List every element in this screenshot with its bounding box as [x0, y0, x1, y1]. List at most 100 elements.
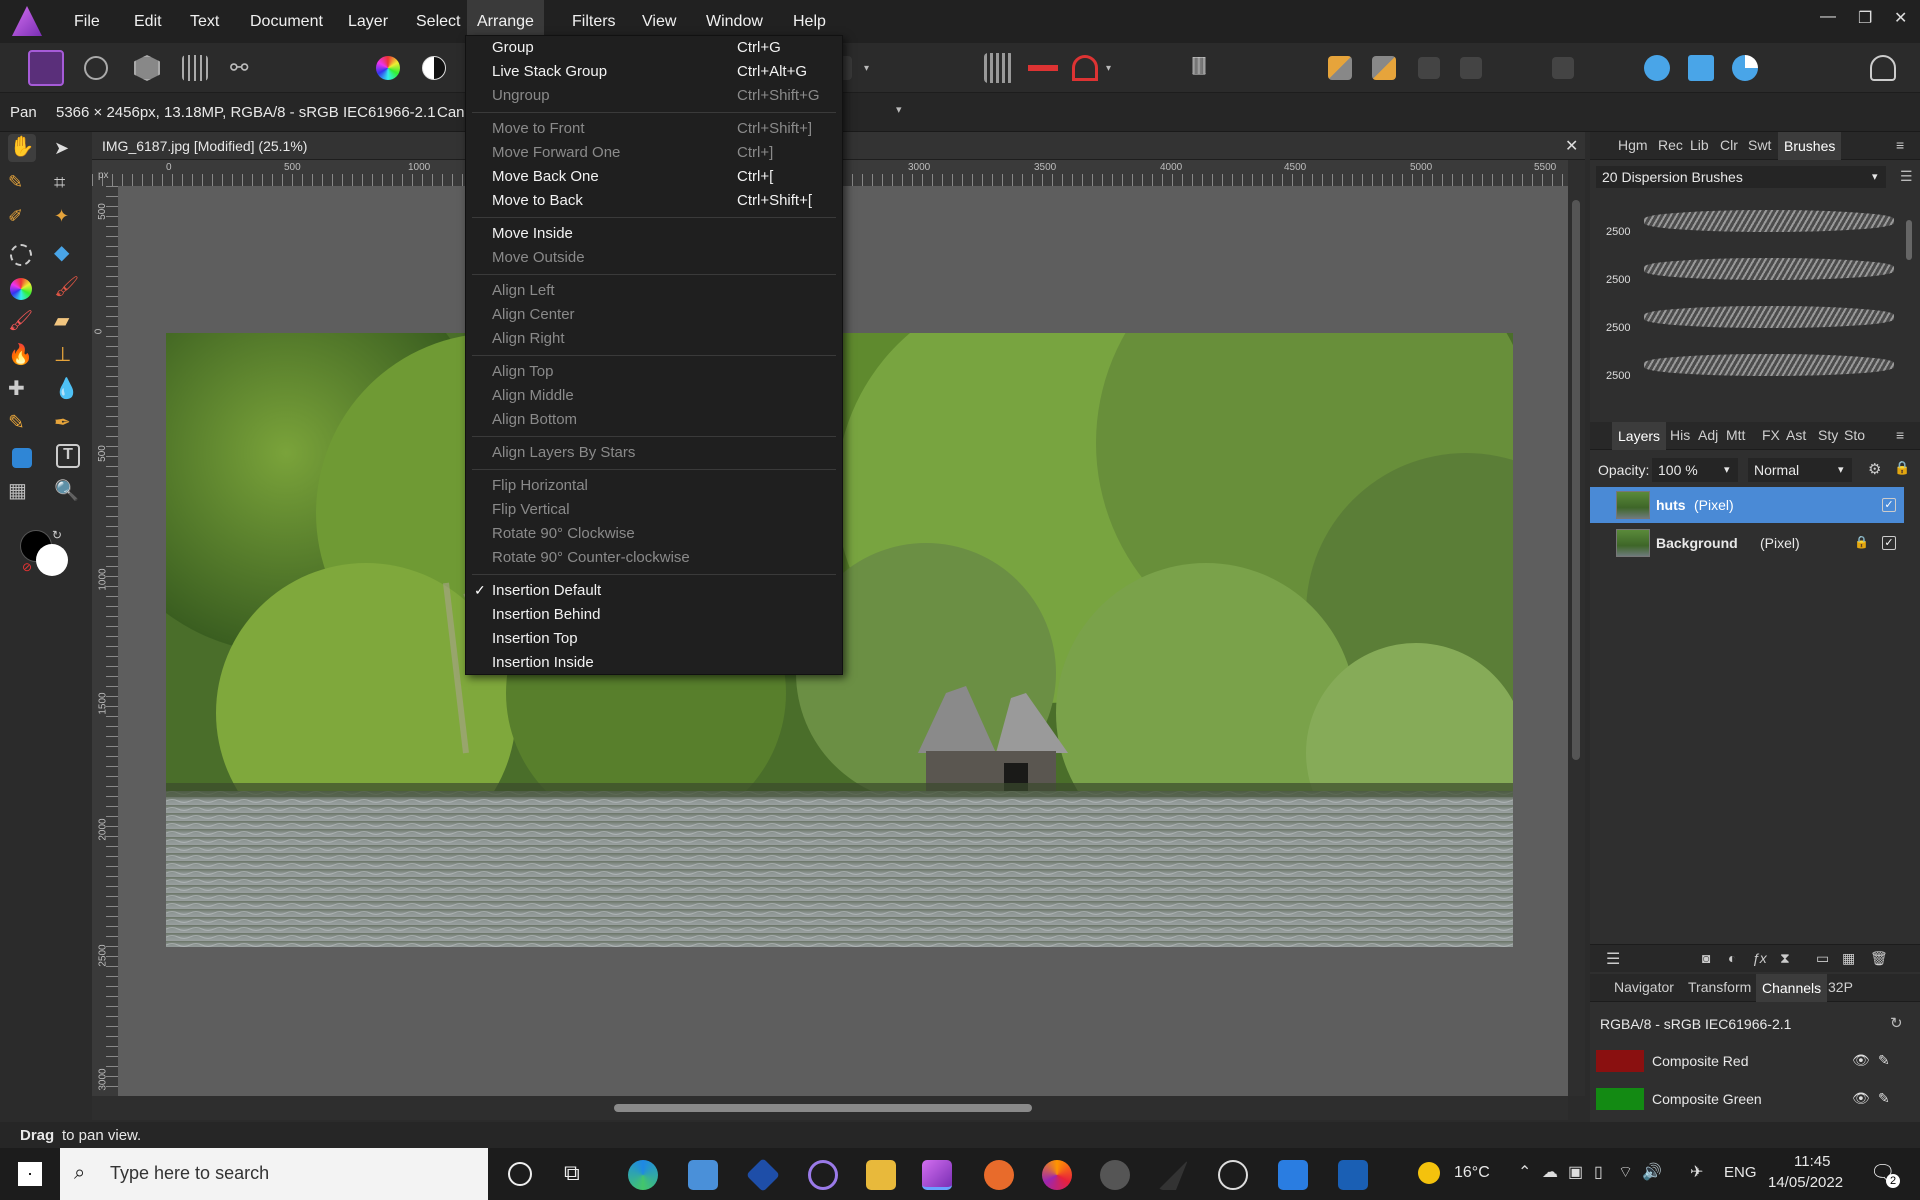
live-filter-icon[interactable]: ⧗	[1780, 950, 1790, 967]
vertical-scroll-thumb[interactable]	[1572, 200, 1580, 760]
boolean-intersect-icon[interactable]	[1732, 55, 1758, 81]
erase-brush-icon[interactable]: ▰	[54, 308, 82, 336]
panel-menu-icon[interactable]: ≡	[1896, 137, 1904, 153]
brush-list-view-icon[interactable]: ☰	[1900, 168, 1913, 185]
mail-icon[interactable]	[1278, 1160, 1308, 1190]
opacity-field[interactable]: 100 % ▾	[1652, 458, 1738, 482]
control-panel-icon[interactable]	[688, 1160, 718, 1190]
selection-brush-icon[interactable]: ✐	[8, 206, 36, 234]
boolean-add-icon[interactable]	[1644, 55, 1670, 81]
close-document-icon[interactable]: ✕	[1565, 136, 1578, 156]
levels-icon[interactable]	[422, 56, 446, 80]
layer-row-huts[interactable]: huts (Pixel) ✓	[1590, 487, 1904, 523]
photo-persona-icon[interactable]	[28, 50, 64, 86]
mask-layer-icon[interactable]: ◙	[1702, 950, 1710, 966]
menu-item-insertion-behind[interactable]: Insertion Behind	[466, 603, 842, 627]
chevron-down-icon[interactable]: ▾	[1106, 63, 1116, 74]
tab-channels[interactable]: Channels	[1756, 974, 1828, 1002]
channel-row-red[interactable]: Composite Red 👁 ✎	[1590, 1046, 1906, 1078]
menu-item-insertion-top[interactable]: Insertion Top	[466, 627, 842, 651]
volume-icon[interactable]: 🔊	[1642, 1162, 1662, 1182]
liquify-persona-icon[interactable]	[84, 56, 108, 80]
tab-navigator[interactable]: Navigator	[1614, 979, 1674, 995]
edge-browser-icon[interactable]	[628, 1160, 658, 1190]
menu-select[interactable]: Select	[406, 0, 470, 43]
gear-icon[interactable]: ⚙	[1868, 460, 1881, 478]
text-tool-icon[interactable]: T	[56, 444, 80, 468]
app-pen-icon[interactable]	[1158, 1160, 1188, 1190]
tab-history[interactable]: His	[1670, 427, 1690, 443]
reset-channels-icon[interactable]: ↻	[1890, 1014, 1903, 1032]
brush-item[interactable]: 2500	[1598, 348, 1898, 388]
group-folder-icon[interactable]: ▭	[1816, 950, 1829, 967]
menu-item-move-back-one[interactable]: Move Back One Ctrl+[	[466, 165, 842, 189]
export-persona-icon[interactable]: ⚯	[230, 55, 256, 81]
cortana-icon[interactable]	[508, 1162, 532, 1186]
language-indicator[interactable]: ENG	[1724, 1164, 1757, 1181]
flood-fill-icon[interactable]: ◆	[54, 240, 82, 268]
layer-lock-icon[interactable]: 🔒	[1854, 535, 1869, 549]
layer-row-background[interactable]: Background (Pixel) 🔒 ✓	[1590, 525, 1906, 561]
tab-adjustments[interactable]: Adj	[1698, 427, 1718, 443]
trash-icon[interactable]: 🗑	[1870, 950, 1888, 967]
pencil-icon[interactable]: ✎	[1878, 1052, 1890, 1069]
eye-icon[interactable]: 👁	[1852, 1090, 1870, 1107]
paint-brush-icon[interactable]: 🖌	[54, 274, 82, 302]
clock-date[interactable]: 14/05/2022	[1768, 1174, 1843, 1191]
menu-edit[interactable]: Edit	[124, 0, 172, 43]
app-person-icon[interactable]	[1100, 1160, 1130, 1190]
pencil-icon[interactable]: ✎	[1878, 1090, 1890, 1107]
tone-mapping-persona-icon[interactable]	[182, 55, 208, 81]
tab-swt[interactable]: Swt	[1748, 137, 1771, 153]
windows-start-icon[interactable]	[18, 1162, 42, 1186]
file-explorer-icon[interactable]	[866, 1160, 896, 1190]
vertical-scrollbar[interactable]	[1568, 160, 1585, 1096]
eye-icon[interactable]: 👁	[1852, 1052, 1870, 1069]
tab-layers[interactable]: Layers	[1612, 422, 1667, 450]
brush-item[interactable]: 2500	[1598, 300, 1898, 340]
arrange-back-icon[interactable]	[1328, 56, 1352, 80]
tab-32p[interactable]: 32P	[1828, 979, 1853, 995]
swap-colors-icon[interactable]: ↻	[52, 528, 80, 556]
app-eye-icon[interactable]	[984, 1160, 1014, 1190]
tray-app-icon[interactable]: ▣	[1568, 1162, 1583, 1182]
brush-item[interactable]: 2500	[1598, 252, 1898, 292]
fx-icon[interactable]: ƒx	[1752, 950, 1767, 966]
minimize-icon[interactable]: —	[1820, 8, 1836, 26]
tab-fx[interactable]: FX	[1762, 427, 1780, 443]
hand-pan-icon[interactable]: ✋	[8, 134, 36, 162]
assistant-icon[interactable]: 🀫	[1186, 55, 1212, 81]
blur-brush-icon[interactable]: 💧	[54, 376, 82, 404]
menu-document[interactable]: Document	[240, 0, 333, 43]
boolean-subtract-icon[interactable]	[1688, 55, 1714, 81]
flood-select-icon[interactable]: ✦	[54, 206, 82, 234]
tab-rec[interactable]: Rec	[1658, 137, 1683, 153]
force-pixel-alignment-icon[interactable]	[1028, 53, 1058, 83]
tab-hgm[interactable]: Hgm	[1618, 137, 1648, 153]
horizontal-scrollbar[interactable]	[92, 1096, 1568, 1120]
adjustment-layer-icon[interactable]: ◐	[1728, 950, 1736, 966]
app-cube-icon[interactable]	[746, 1158, 780, 1192]
store-icon[interactable]	[1338, 1160, 1368, 1190]
tab-clr[interactable]: Clr	[1720, 137, 1738, 153]
panel-menu-icon[interactable]: ≡	[1896, 427, 1904, 443]
task-view-icon[interactable]: ⧉	[564, 1160, 594, 1190]
menu-item-move-inside[interactable]: Move Inside	[466, 222, 842, 246]
battery-icon[interactable]: ▯	[1594, 1162, 1603, 1182]
lock-icon[interactable]: 🔒	[1894, 460, 1910, 476]
menu-item-live-stack-group[interactable]: Live Stack Group Ctrl+Alt+G	[466, 60, 842, 84]
menu-text[interactable]: Text	[180, 0, 229, 43]
brush-item[interactable]: 2500	[1598, 204, 1898, 244]
no-color-icon[interactable]: ⊘	[22, 560, 36, 574]
gradient-tool-icon[interactable]	[10, 278, 32, 300]
develop-persona-icon[interactable]	[134, 55, 160, 81]
restore-icon[interactable]: ❐	[1858, 8, 1872, 28]
app-circle-icon[interactable]	[808, 1160, 838, 1190]
arrange-front-icon[interactable]	[1372, 56, 1396, 80]
tab-styles[interactable]: Sty	[1818, 427, 1838, 443]
color-picker-tool-icon[interactable]: ✎	[8, 172, 36, 200]
menu-item-group[interactable]: Group Ctrl+G	[466, 36, 842, 60]
add-pixel-layer-icon[interactable]: ▦	[1842, 950, 1855, 967]
layers-stack-icon[interactable]: ☰	[1606, 949, 1620, 969]
zoom-tool-icon[interactable]: 🔍	[54, 478, 82, 506]
